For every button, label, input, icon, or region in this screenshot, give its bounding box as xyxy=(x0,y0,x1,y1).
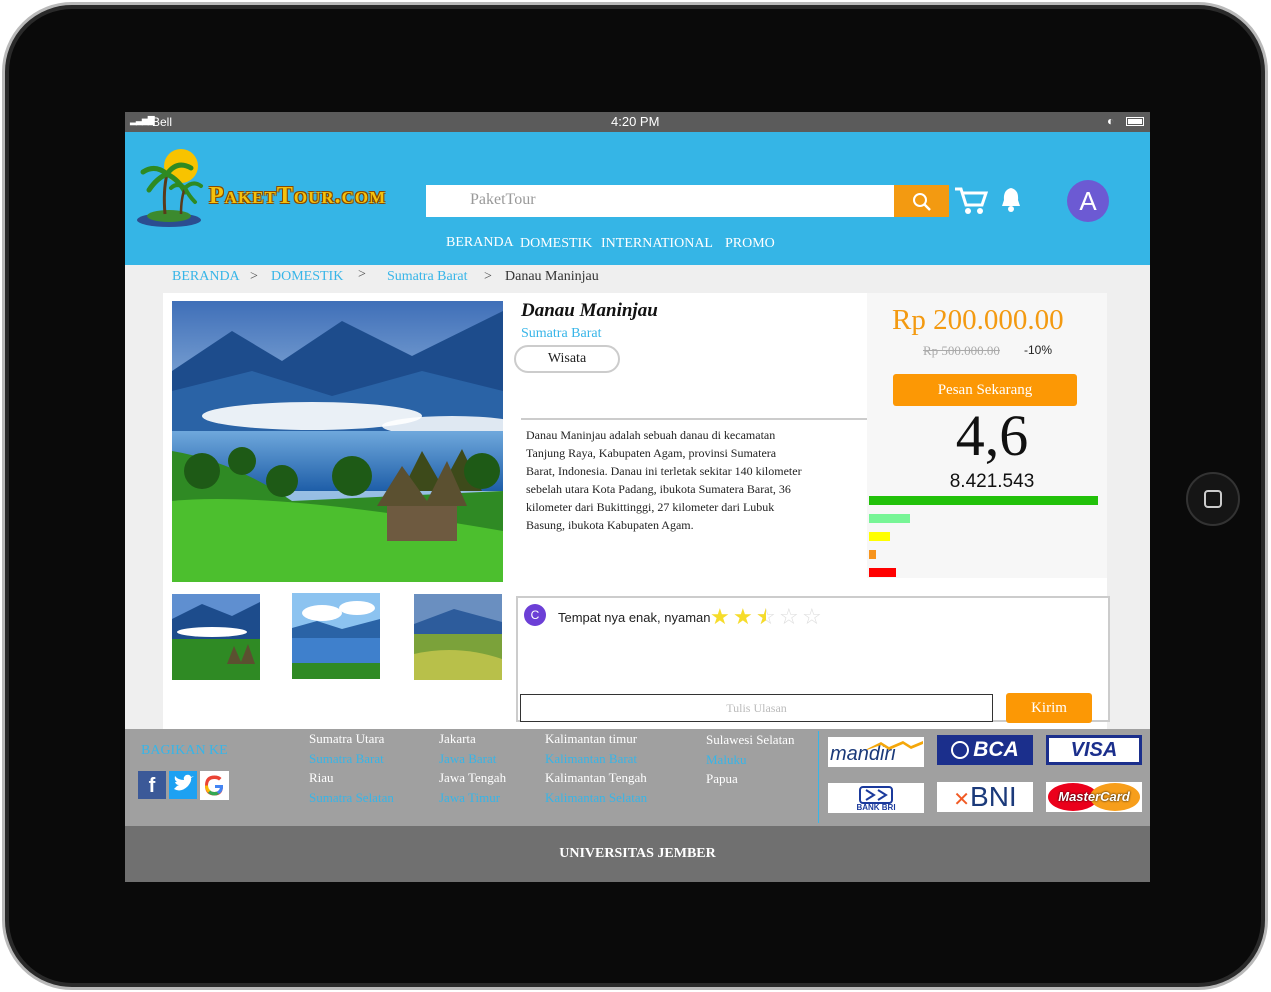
bri-mark-icon xyxy=(859,786,893,804)
bni-text: BNI xyxy=(970,781,1017,812)
logo-icon[interactable] xyxy=(137,146,207,228)
footer-link[interactable]: Sumatra Barat xyxy=(309,749,394,769)
product-description: Danau Maninjau adalah sebuah danau di ke… xyxy=(526,428,802,532)
google-icon[interactable] xyxy=(200,771,229,800)
divider xyxy=(521,418,867,420)
footer-link[interactable]: Riau xyxy=(309,768,394,788)
footer-link[interactable]: Jakarta xyxy=(439,729,506,749)
home-button[interactable] xyxy=(1186,472,1240,526)
copyright-bar: UNIVERSITAS JEMBER xyxy=(125,826,1150,882)
footer-column-2: Jakarta Jawa Barat Jawa Tengah Jawa Timu… xyxy=(439,729,506,807)
reviewer-avatar: C xyxy=(524,604,546,626)
share-label: BAGIKAN KE xyxy=(141,743,228,758)
rating-bar xyxy=(869,514,910,523)
old-price: Rp 500.000.00 xyxy=(923,343,1000,358)
review-input[interactable]: Tulis Ulasan xyxy=(520,694,993,722)
footer-column-3: Kalimantan timur Kalimantan Barat Kalima… xyxy=(545,729,647,807)
rating-count: 8.421.543 xyxy=(949,471,1035,492)
thumbnail-2[interactable] xyxy=(292,593,380,679)
status-bar: ▂▃▅▇ Bell 4:20 PM ◐ xyxy=(125,112,1150,132)
footer-link[interactable]: Jawa Timur xyxy=(439,788,506,808)
header: PaketTour.com PaketTour A BERANDA DOMEST… xyxy=(125,132,1150,265)
footer: BAGIKAN KE f Sumatra Utara Sumatra Barat… xyxy=(125,729,1150,826)
nav-beranda[interactable]: BERANDA xyxy=(446,235,514,251)
footer-link[interactable]: Kalimantan Tengah xyxy=(545,768,647,788)
footer-link[interactable]: Sumatra Selatan xyxy=(309,788,394,808)
breadcrumb-separator: > xyxy=(250,269,258,284)
breadcrumb-separator: > xyxy=(484,269,492,284)
search-button[interactable] xyxy=(894,185,949,217)
screen: ▂▃▅▇ Bell 4:20 PM ◐ PaketTour.com PaketT… xyxy=(125,112,1150,882)
carrier-label: Bell xyxy=(152,115,173,129)
bell-icon[interactable] xyxy=(1000,186,1022,212)
breadcrumb-region[interactable]: Sumatra Barat xyxy=(387,269,467,285)
category-tag[interactable]: Wisata xyxy=(514,345,620,373)
bni-logo: ✕BNI xyxy=(937,782,1033,812)
bri-logo: BANK BRI xyxy=(828,783,924,813)
nav-promo[interactable]: PROMO xyxy=(725,236,775,252)
nav-international[interactable]: INTERNATIONAL xyxy=(601,236,713,252)
rating-score: 4,6 xyxy=(955,403,1029,468)
footer-link[interactable]: Kalimantan Barat xyxy=(545,749,647,769)
star-icon: ☆★ xyxy=(756,605,776,630)
bni-mark-icon: ✕ xyxy=(953,789,971,811)
battery-icon xyxy=(1126,117,1144,126)
footer-link[interactable]: Jawa Tengah xyxy=(439,768,506,788)
breadcrumb-beranda[interactable]: BERANDA xyxy=(172,269,240,285)
breadcrumb-domestik[interactable]: DOMESTIK xyxy=(271,269,343,285)
star-icon: ★ xyxy=(733,605,753,630)
bca-logo: BCA xyxy=(937,735,1033,765)
discount-badge: -10% xyxy=(1024,343,1053,357)
mastercard-logo: MasterCard xyxy=(1046,782,1142,812)
rating-bars xyxy=(869,496,1098,578)
clock: 4:20 PM xyxy=(611,114,660,129)
home-square-icon xyxy=(1204,490,1222,508)
user-avatar[interactable]: A xyxy=(1067,180,1109,222)
lock-rotation-icon: ◐ xyxy=(1107,114,1115,128)
brand-name[interactable]: PaketTour.com xyxy=(209,183,386,210)
mastercard-text: MasterCard xyxy=(1058,789,1130,804)
price: Rp 200.000.00 xyxy=(892,304,1064,336)
review-stars: ★★☆★☆☆ xyxy=(710,606,830,630)
footer-link[interactable]: Maluku xyxy=(706,750,794,770)
star-icon: ★ xyxy=(710,605,730,630)
review-text: Tempat nya enak, nyaman xyxy=(558,610,711,625)
footer-divider xyxy=(818,731,819,823)
visa-logo: VISA xyxy=(1046,735,1142,765)
thumbnail-3[interactable] xyxy=(414,594,502,680)
footer-link[interactable]: Kalimantan Selatan xyxy=(545,788,647,808)
rating-bar xyxy=(869,568,896,577)
footer-column-4: Sulawesi Selatan Maluku Papua xyxy=(706,730,794,789)
footer-link[interactable]: Kalimantan timur xyxy=(545,729,647,749)
twitter-icon[interactable] xyxy=(169,771,197,799)
mandiri-wave-icon xyxy=(867,737,923,750)
signal-icon: ▂▃▅▇ xyxy=(130,115,155,125)
footer-column-1: Sumatra Utara Sumatra Barat Riau Sumatra… xyxy=(309,729,394,807)
bri-text: BANK BRI xyxy=(856,803,896,812)
star-icon: ☆ xyxy=(779,605,799,630)
rating-bar xyxy=(869,496,1098,505)
product-title: Danau Maninjau xyxy=(521,300,658,321)
facebook-icon[interactable]: f xyxy=(138,771,166,799)
breadcrumb-separator: > xyxy=(358,267,366,282)
main-photo[interactable] xyxy=(172,301,503,582)
footer-link[interactable]: Sumatra Utara xyxy=(309,729,394,749)
submit-review-button[interactable]: Kirim xyxy=(1006,693,1092,723)
search-icon xyxy=(913,193,931,211)
footer-link[interactable]: Jawa Barat xyxy=(439,749,506,769)
rating-bar xyxy=(869,550,876,559)
breadcrumb: BERANDA > DOMESTIK > Sumatra Barat > Dan… xyxy=(125,267,1150,289)
rating-bar xyxy=(869,532,890,541)
star-icon: ☆ xyxy=(802,605,822,630)
footer-link[interactable]: Sulawesi Selatan xyxy=(706,730,794,750)
thumbnail-1[interactable] xyxy=(172,594,260,680)
nav-domestik[interactable]: DOMESTIK xyxy=(520,236,592,252)
cart-icon[interactable] xyxy=(954,185,988,215)
search-input[interactable]: PaketTour xyxy=(426,185,894,217)
breadcrumb-current: Danau Maninjau xyxy=(505,269,599,284)
footer-link[interactable]: Papua xyxy=(706,769,794,789)
product-region[interactable]: Sumatra Barat xyxy=(521,326,601,342)
bca-text: BCA xyxy=(973,738,1019,761)
